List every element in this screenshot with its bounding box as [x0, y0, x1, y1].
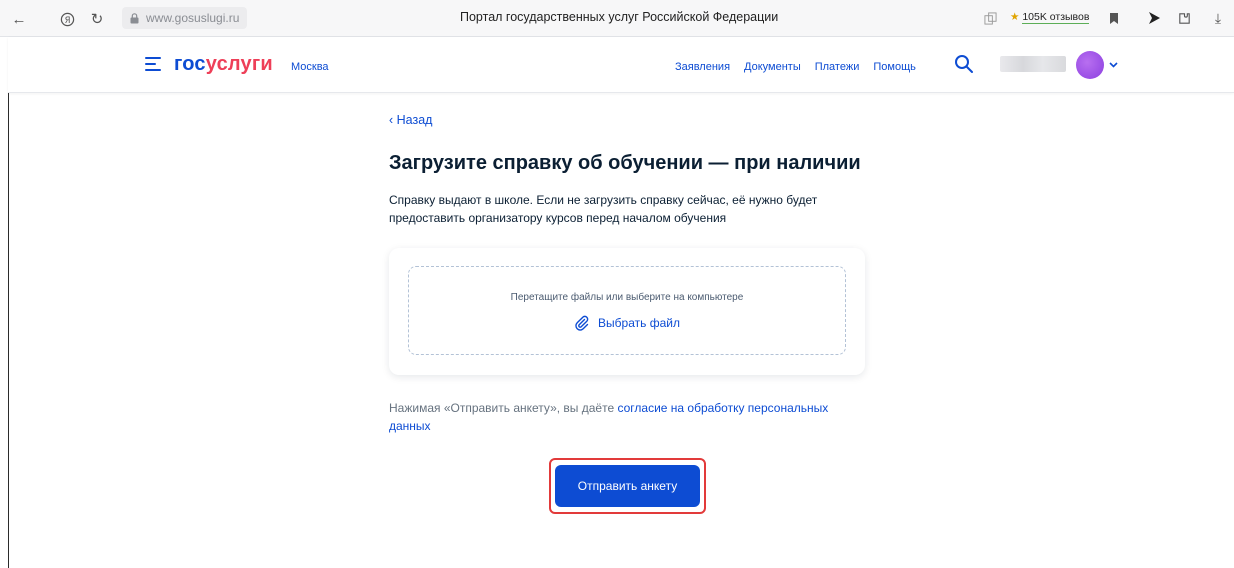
- yandex-icon[interactable]: Я: [56, 8, 78, 30]
- reload-icon[interactable]: ↻: [86, 8, 108, 30]
- choose-file-label: Выбрать файл: [598, 316, 680, 330]
- nav-applications[interactable]: Заявления: [675, 61, 730, 73]
- browser-page-title: Портал государственных услуг Российской …: [460, 10, 779, 24]
- site-header: госуслуги Москва Заявления Документы Пла…: [8, 37, 1234, 93]
- star-icon: ★: [1010, 11, 1020, 23]
- nav-documents[interactable]: Документы: [744, 61, 801, 73]
- extensions-icon[interactable]: [1174, 8, 1194, 28]
- page-copy-icon[interactable]: [980, 8, 1000, 28]
- reviews-badge[interactable]: ★ 105K отзывов: [1010, 11, 1090, 24]
- back-link[interactable]: ‹ Назад: [389, 113, 432, 127]
- consent-text: Нажимая «Отправить анкету», вы даёте сог…: [389, 399, 869, 435]
- logo-part-gos: гос: [174, 53, 206, 75]
- address-bar[interactable]: www.gosuslugi.ru: [122, 7, 248, 29]
- frame-divider: [8, 93, 9, 568]
- menu-burger-icon[interactable]: [145, 57, 161, 71]
- header-nav: Заявления Документы Платежи Помощь: [675, 61, 916, 73]
- chevron-down-icon[interactable]: [1109, 59, 1118, 71]
- nav-payments[interactable]: Платежи: [815, 61, 860, 73]
- page-title: Загрузите справку об обучении — при нали…: [389, 152, 861, 174]
- back-link-label: Назад: [396, 113, 433, 127]
- paperclip-icon: [575, 315, 589, 331]
- file-dropzone[interactable]: Перетащите файлы или выберите на компьют…: [408, 266, 846, 355]
- user-name-blurred[interactable]: [1000, 56, 1066, 72]
- lock-icon: [130, 12, 139, 23]
- choose-file-button[interactable]: Выбрать файл: [409, 315, 845, 331]
- chevron-left-icon: ‹: [389, 113, 394, 127]
- avatar[interactable]: [1076, 51, 1104, 79]
- send-icon[interactable]: [1144, 8, 1164, 28]
- gosuslugi-logo[interactable]: госуслуги: [174, 53, 273, 76]
- search-icon[interactable]: [954, 54, 974, 74]
- nav-help[interactable]: Помощь: [873, 61, 916, 73]
- city-selector[interactable]: Москва: [291, 61, 329, 73]
- dropzone-hint: Перетащите файлы или выберите на компьют…: [510, 292, 744, 303]
- download-icon[interactable]: ⤓: [1208, 8, 1228, 28]
- page-description: Справку выдают в школе. Если не загрузит…: [389, 193, 818, 225]
- browser-toolbar: ← Я ↻ www.gosuslugi.ru Портал государств…: [0, 0, 1234, 37]
- upload-card: Перетащите файлы или выберите на компьют…: [389, 248, 865, 375]
- submit-form-button[interactable]: Отправить анкету: [555, 465, 700, 507]
- logo-part-uslugi: услуги: [205, 53, 273, 75]
- consent-prefix: Нажимая «Отправить анкету», вы даёте: [389, 401, 618, 415]
- reviews-count: 105K отзывов: [1022, 11, 1090, 24]
- svg-text:Я: Я: [64, 14, 70, 24]
- back-arrow-icon[interactable]: ←: [8, 8, 30, 30]
- bookmark-icon[interactable]: [1104, 8, 1124, 28]
- url-text: www.gosuslugi.ru: [146, 11, 240, 25]
